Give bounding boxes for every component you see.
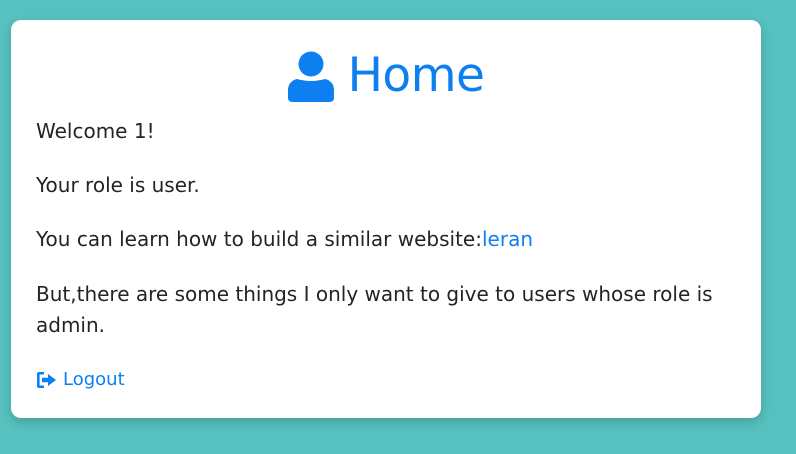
user-icon: [287, 50, 334, 102]
learn-prefix: You can learn how to build a similar web…: [36, 227, 482, 251]
admin-note-text: But,there are some things I only want to…: [36, 282, 713, 337]
sign-out-icon: [36, 371, 57, 389]
page-header: Home: [11, 46, 761, 106]
logout-label: Logout: [63, 369, 125, 390]
welcome-text: Welcome 1!: [36, 119, 155, 143]
role-text: Your role is user.: [36, 173, 200, 197]
learn-link[interactable]: leran: [482, 227, 533, 251]
page-title: Home: [347, 48, 485, 103]
learn-text: You can learn how to build a similar web…: [36, 224, 726, 255]
logout-link[interactable]: Logout: [36, 366, 125, 394]
home-card: Home Welcome 1! Your role is user. You c…: [11, 20, 761, 418]
